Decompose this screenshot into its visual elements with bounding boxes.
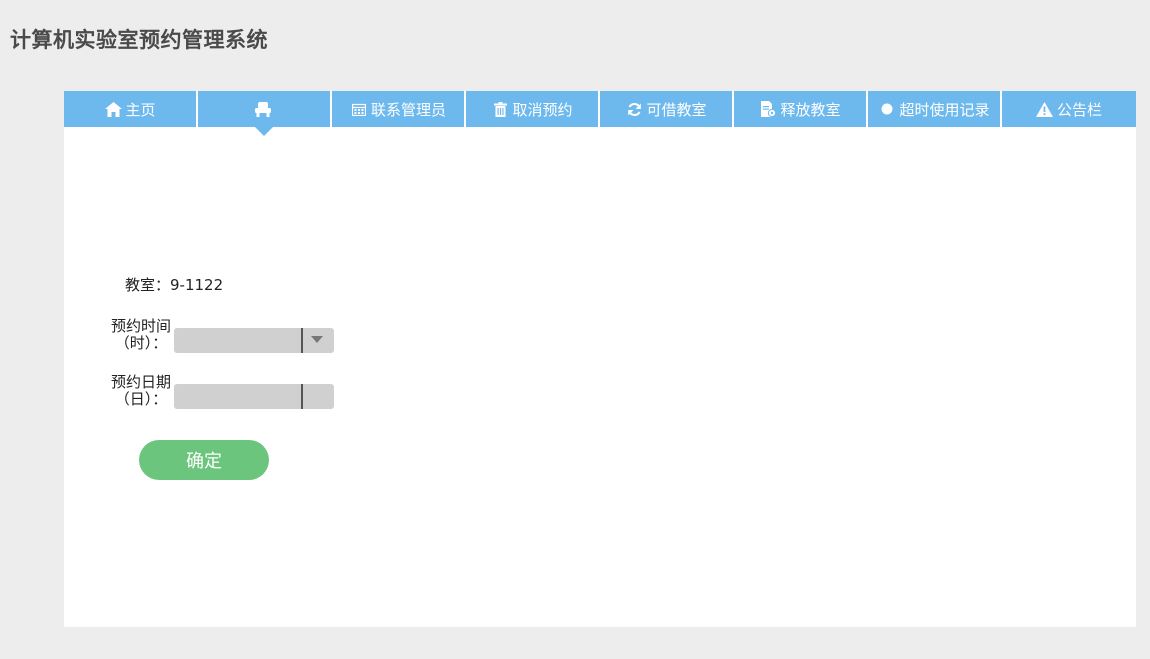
nav-item-bulletin[interactable]: 公告栏	[1002, 91, 1136, 127]
date-label-line1: 预约日期	[110, 373, 171, 391]
room-label: 教室：	[125, 276, 171, 294]
select-divider	[301, 384, 303, 409]
time-label: 预约时间 （时）：	[106, 318, 176, 352]
nav-item-contact-admin[interactable]: 联系管理员	[332, 91, 464, 127]
date-label-line2: （日）：	[114, 390, 168, 408]
time-select[interactable]	[174, 328, 334, 353]
warning-icon	[1036, 100, 1054, 118]
nav-item-reserve[interactable]	[198, 91, 330, 136]
select-divider	[301, 328, 303, 353]
time-label-line1: 预约时间	[110, 317, 171, 335]
nav-item-label: 取消预约	[512, 100, 573, 119]
nav-item-label: 超时使用记录	[899, 100, 990, 119]
home-icon	[104, 100, 122, 118]
app-title: 计算机实验室预约管理系统	[10, 28, 268, 52]
nav-item-label: 可借教室	[646, 100, 707, 119]
main-panel: 主页 联系管理员 取消预约 可借教室 释放教室 超时使用记录 公告栏 教室：9-…	[64, 91, 1136, 627]
room-value: 9-1122	[170, 276, 224, 294]
nav-item-home[interactable]: 主页	[64, 91, 196, 127]
document-gear-icon	[759, 100, 777, 118]
calendar-icon	[350, 100, 368, 118]
top-nav: 主页 联系管理员 取消预约 可借教室 释放教室 超时使用记录 公告栏	[64, 91, 1136, 136]
nav-item-label: 联系管理员	[370, 100, 446, 119]
nav-item-cancel-reservation[interactable]: 取消预约	[466, 91, 598, 127]
nav-item-release-room[interactable]: 释放教室	[734, 91, 866, 127]
circle-icon	[878, 100, 896, 118]
refresh-icon	[625, 100, 643, 118]
time-label-line2: （时）：	[114, 334, 168, 352]
seat-icon	[254, 100, 272, 118]
nav-item-overtime-records[interactable]: 超时使用记录	[868, 91, 1000, 127]
chevron-down-icon[interactable]	[311, 336, 323, 343]
room-row: 教室：9-1122	[125, 274, 223, 295]
nav-item-label: 公告栏	[1056, 100, 1102, 119]
date-select[interactable]	[174, 384, 334, 409]
trash-icon	[491, 100, 509, 118]
date-label: 预约日期 （日）：	[106, 374, 176, 408]
nav-item-available-rooms[interactable]: 可借教室	[600, 91, 732, 127]
nav-item-label: 释放教室	[780, 100, 841, 119]
nav-item-label: 主页	[125, 100, 156, 119]
confirm-button[interactable]: 确定	[139, 440, 269, 480]
